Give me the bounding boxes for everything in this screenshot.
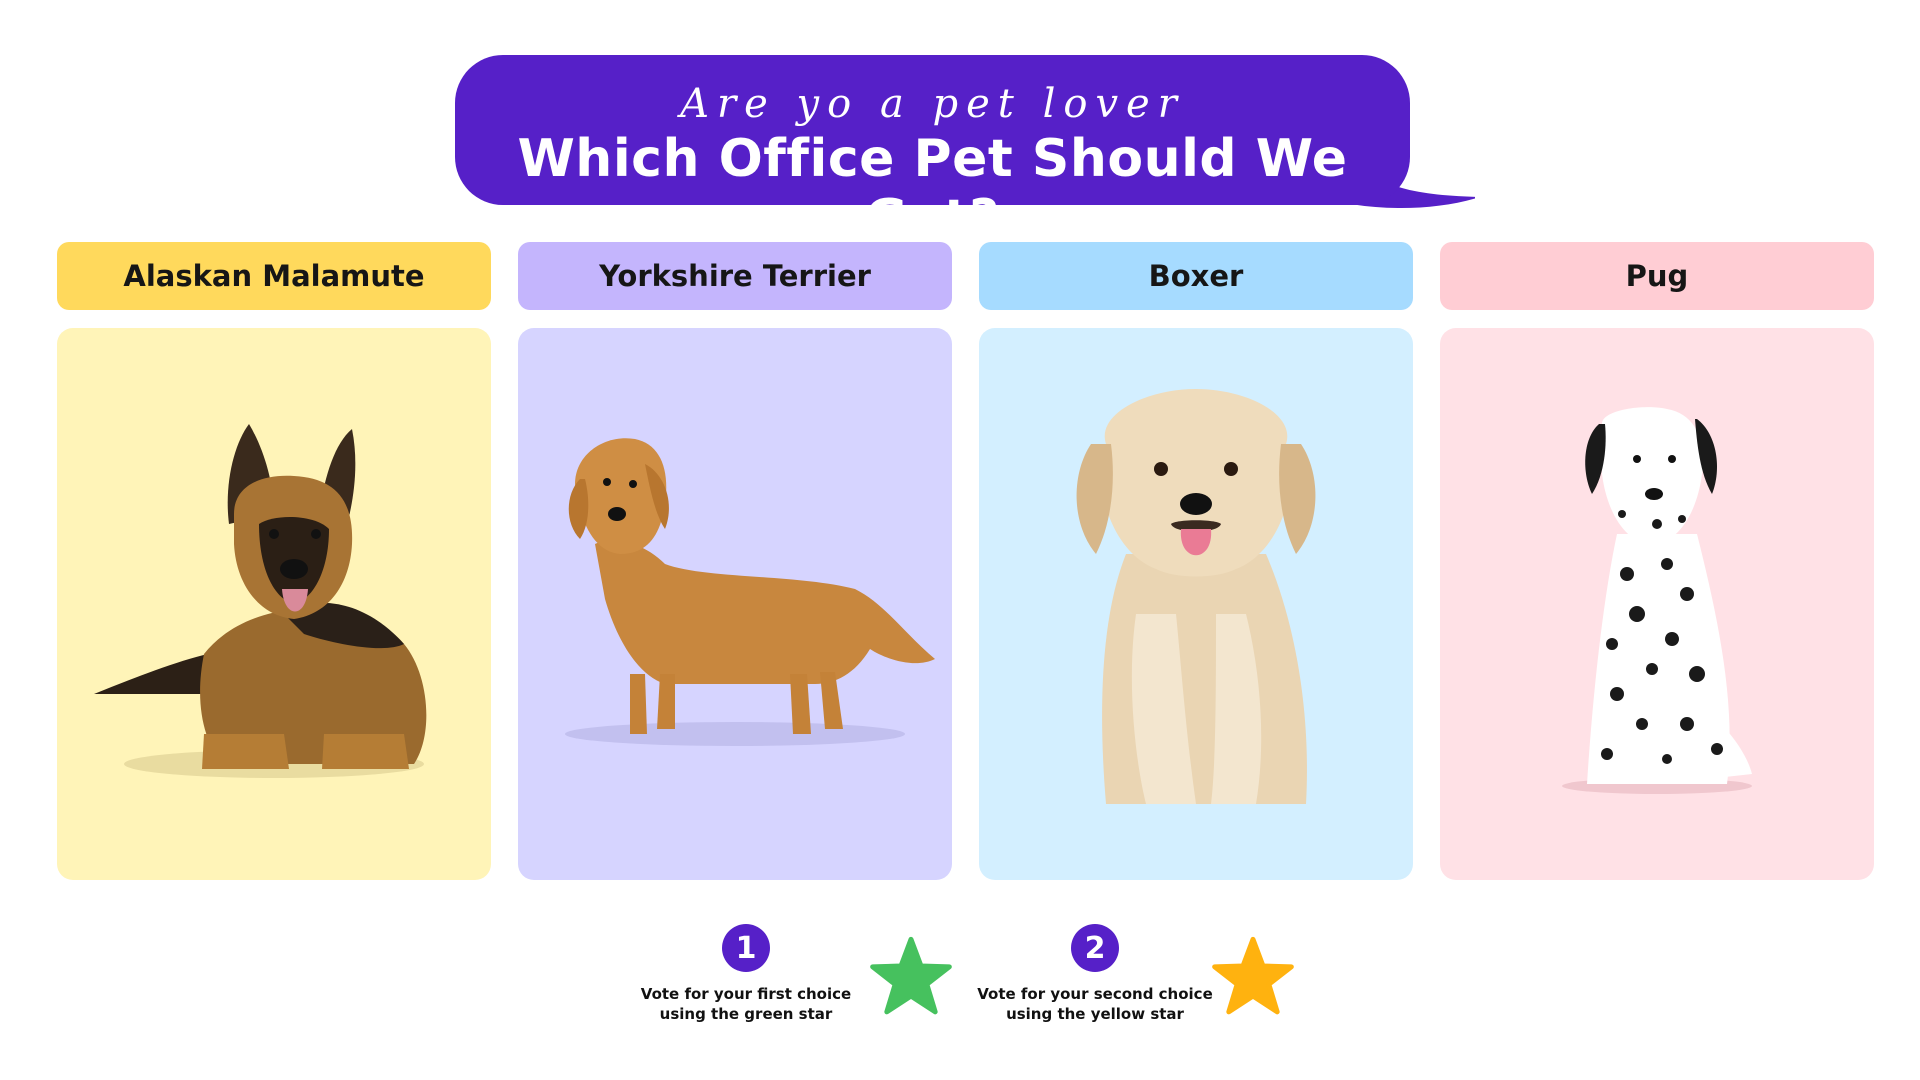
dalmatian-image [1562, 407, 1752, 794]
option-label-3: Boxer [979, 242, 1413, 310]
option-label-1: Alaskan Malamute [57, 242, 491, 310]
yellow-star-icon[interactable] [1211, 936, 1295, 1016]
golden-retriever-image [565, 438, 935, 746]
option-photo-2 [518, 328, 952, 880]
title-bubble: Are yo a pet lover Which Office Pet Shou… [455, 55, 1475, 249]
legend-first-choice: 1 Vote for your first choice using the g… [626, 924, 866, 1024]
german-shepherd-image [94, 424, 427, 778]
option-card-3[interactable]: Boxer [979, 242, 1413, 880]
legend-second-choice-text: Vote for your second choice using the ye… [977, 985, 1213, 1023]
option-photo-3 [979, 328, 1413, 880]
option-label-4: Pug [1440, 242, 1874, 310]
option-card-2[interactable]: Yorkshire Terrier [518, 242, 952, 880]
legend-second-choice: 2 Vote for your second choice using the … [975, 924, 1215, 1024]
option-photo-4 [1440, 328, 1874, 880]
golden-retriever-sitting-image [1076, 389, 1316, 804]
green-star-icon[interactable] [869, 936, 953, 1016]
bubble-subtitle: Are yo a pet lover [680, 81, 1185, 127]
option-label-2: Yorkshire Terrier [518, 242, 952, 310]
option-card-4[interactable]: Pug [1440, 242, 1874, 880]
page-title: Which Office Pet Should We Get? [517, 129, 1348, 249]
legend-first-choice-text: Vote for your first choice using the gre… [640, 985, 852, 1023]
option-photo-1 [57, 328, 491, 880]
option-card-1[interactable]: Alaskan Malamute [57, 242, 491, 880]
step-2-badge: 2 [1071, 924, 1119, 972]
slide: Are yo a pet lover Which Office Pet Shou… [0, 0, 1920, 1080]
step-1-badge: 1 [722, 924, 770, 972]
